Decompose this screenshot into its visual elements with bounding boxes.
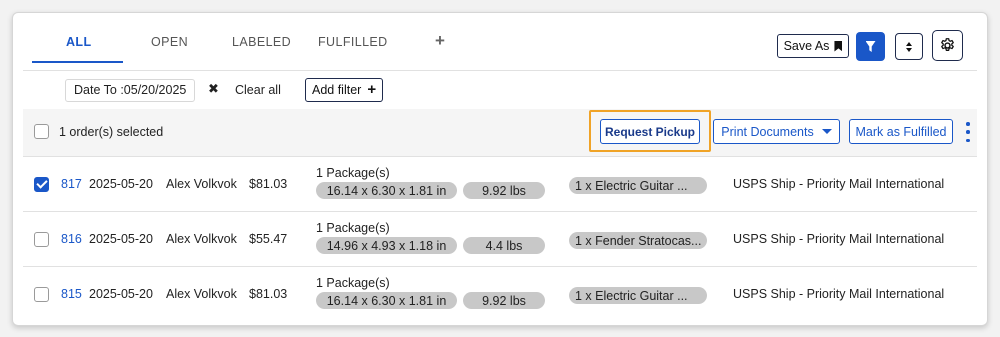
package-weight: 4.4 lbs	[463, 237, 545, 254]
print-documents-label: Print Documents	[721, 124, 814, 139]
package-dimensions: 16.14 x 6.30 x 1.81 in	[316, 182, 457, 199]
top-actions: Save As	[763, 30, 963, 61]
save-as-label: Save As	[783, 39, 830, 53]
order-id-link[interactable]: 817	[61, 177, 82, 191]
sort-down-icon	[906, 47, 912, 52]
filter-button[interactable]	[856, 32, 885, 61]
add-filter-label: Add filter	[312, 83, 362, 97]
print-documents-button[interactable]: Print Documents	[713, 119, 840, 144]
package-count: 1 Package(s)	[316, 166, 390, 180]
package-weight: 9.92 lbs	[463, 182, 545, 199]
order-amount: $81.03	[249, 177, 288, 191]
order-tabs: ALL OPEN LABELED FULFILLED + Save As	[23, 13, 977, 71]
row-checkbox[interactable]	[34, 177, 49, 192]
sort-button[interactable]	[895, 33, 923, 60]
tab-fulfilled[interactable]: FULFILLED	[318, 35, 388, 49]
settings-button[interactable]	[932, 30, 963, 61]
selected-count: 1 order(s) selected	[59, 125, 164, 139]
bookmark-icon	[834, 40, 843, 52]
package-weight: 9.92 lbs	[463, 292, 545, 309]
customer-name: Alex Volkvok	[166, 287, 237, 301]
date-filter-chip[interactable]: Date To :05/20/2025	[65, 79, 196, 102]
tab-labeled[interactable]: LABELED	[232, 35, 291, 49]
add-tab-button[interactable]: +	[435, 31, 445, 51]
selection-bar: 1 order(s) selected Request Pickup Print…	[23, 109, 977, 156]
package-count: 1 Package(s)	[316, 276, 390, 290]
row-checkbox[interactable]	[34, 287, 49, 302]
table-row[interactable]: 817 2025-05-20 Alex Volkvok $81.03 1 Package…	[23, 156, 977, 211]
more-options-icon[interactable]	[965, 122, 971, 142]
shipping-service: USPS Ship - Priority Mail International	[733, 287, 945, 301]
save-as-button[interactable]: Save As	[777, 34, 849, 58]
tab-all[interactable]: ALL	[66, 35, 92, 49]
order-date: 2025-05-20	[89, 232, 153, 246]
gear-icon	[941, 38, 954, 51]
package-dimensions: 16.14 x 6.30 x 1.81 in	[316, 292, 457, 309]
order-amount: $55.47	[249, 232, 288, 246]
row-checkbox[interactable]	[34, 232, 49, 247]
active-tab-indicator	[32, 61, 123, 63]
chevron-down-icon	[821, 129, 832, 134]
line-item-pill[interactable]: 1 x Fender Stratocas...	[569, 232, 707, 249]
tabs-divider	[23, 70, 977, 71]
order-date: 2025-05-20	[89, 177, 153, 191]
tab-open[interactable]: OPEN	[151, 35, 188, 49]
orders-panel: ALL OPEN LABELED FULFILLED + Save As Dat…	[12, 12, 988, 326]
line-item-pill[interactable]: 1 x Electric Guitar ...	[569, 287, 707, 304]
package-count: 1 Package(s)	[316, 221, 390, 235]
order-date: 2025-05-20	[89, 287, 153, 301]
shipping-service: USPS Ship - Priority Mail International	[733, 232, 945, 246]
table-row[interactable]: 816 2025-05-20 Alex Volkvok $55.47 1 Package…	[23, 211, 977, 266]
shipping-service: USPS Ship - Priority Mail International	[733, 177, 945, 191]
plus-icon: +	[367, 81, 377, 98]
funnel-icon	[865, 41, 876, 52]
clear-filter-icon[interactable]: ✖	[208, 81, 219, 97]
add-filter-button[interactable]: Add filter +	[305, 78, 384, 102]
request-pickup-button[interactable]: Request Pickup	[600, 119, 700, 144]
order-id-link[interactable]: 816	[61, 232, 82, 246]
package-dimensions: 14.96 x 4.93 x 1.18 in	[316, 237, 457, 254]
clear-all-link[interactable]: Clear all	[235, 83, 281, 97]
orders-panel-inner: ALL OPEN LABELED FULFILLED + Save As Dat…	[23, 13, 977, 325]
customer-name: Alex Volkvok	[166, 177, 237, 191]
mark-fulfilled-button[interactable]: Mark as Fulfilled	[849, 119, 953, 144]
line-item-pill[interactable]: 1 x Electric Guitar ...	[569, 177, 707, 194]
sort-up-icon	[906, 41, 912, 46]
select-all-checkbox[interactable]	[34, 124, 49, 139]
order-id-link[interactable]: 815	[61, 287, 82, 301]
customer-name: Alex Volkvok	[166, 232, 237, 246]
table-row[interactable]: 815 2025-05-20 Alex Volkvok $81.03 1 Package…	[23, 266, 977, 321]
order-amount: $81.03	[249, 287, 288, 301]
